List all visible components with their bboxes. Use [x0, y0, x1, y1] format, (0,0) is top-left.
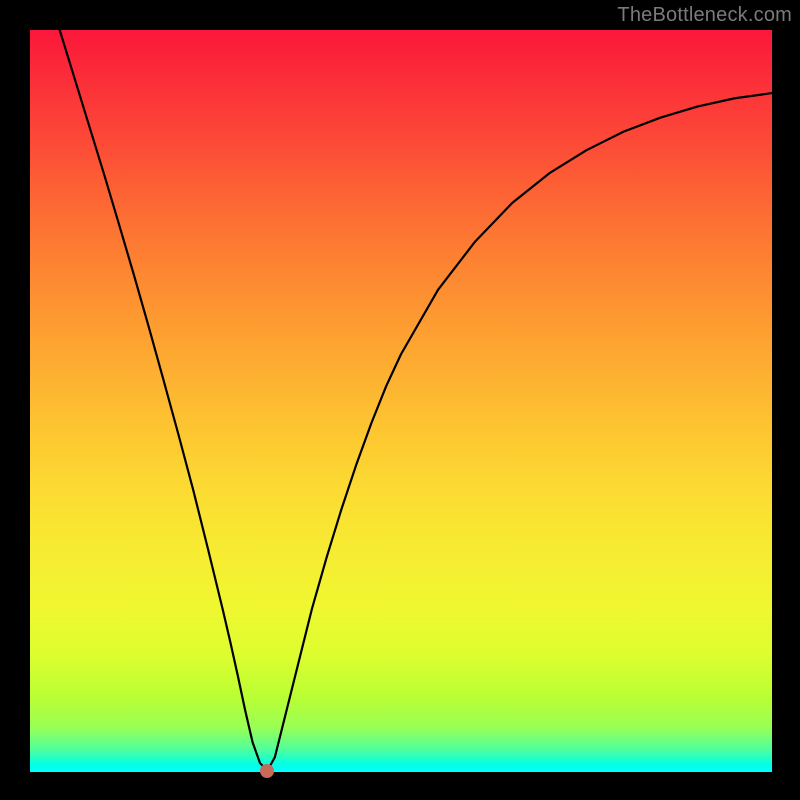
watermark-text: TheBottleneck.com: [617, 4, 792, 27]
optimal-point-marker: [260, 764, 274, 778]
plot-area: [30, 30, 772, 772]
chart-frame: TheBottleneck.com: [0, 0, 800, 800]
bottleneck-curve: [30, 30, 772, 772]
